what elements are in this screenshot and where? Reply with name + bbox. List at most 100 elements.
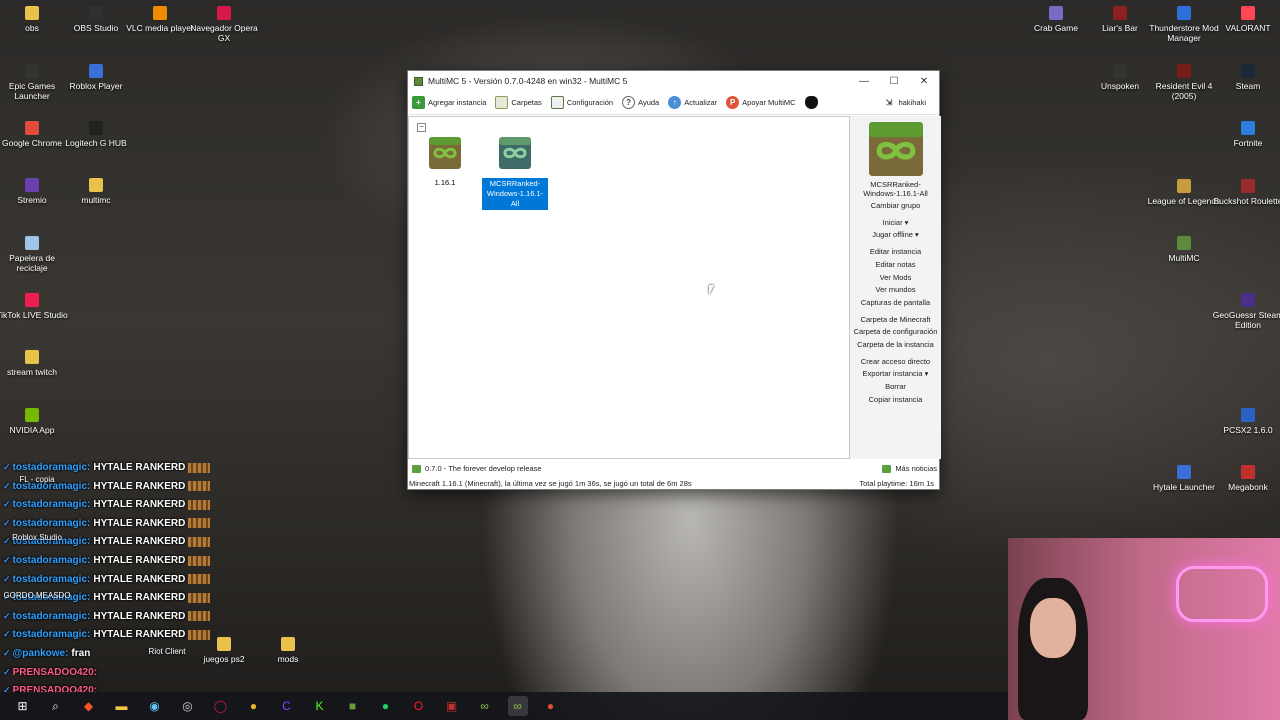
mouse-cursor (709, 285, 714, 295)
chat-text: HYTALE RANKERD (93, 629, 186, 641)
desktop-shortcut[interactable]: mods (250, 637, 326, 664)
desktop-shortcut[interactable]: Fortnite (1210, 121, 1280, 148)
search-icon[interactable]: ⌕ (46, 696, 66, 716)
minecraft-folder-button[interactable]: Carpeta de Minecraft (850, 314, 941, 327)
start-icon[interactable]: ⊞ (13, 696, 33, 716)
brave-icon[interactable]: ◆ (79, 696, 99, 716)
create-shortcut-button[interactable]: Crear acceso directo (850, 356, 941, 369)
account-button[interactable]: ⇲ hakihaki (882, 96, 926, 109)
cat-icon (804, 96, 818, 109)
collapse-group-icon[interactable]: − (417, 123, 426, 132)
nvidia-icon (25, 408, 39, 422)
desktop-shortcut[interactable]: NVIDIA App (0, 408, 70, 435)
desktop-shortcut-label: Google Chrome (1, 138, 62, 148)
desktop-shortcut[interactable]: Papelera de reciclaje (0, 236, 70, 273)
desktop-shortcut[interactable]: VALORANT (1210, 6, 1280, 33)
desktop-shortcut-label[interactable]: Roblox Studio (2, 533, 72, 542)
support-button[interactable]: P Apoyar MultiMC (726, 96, 796, 109)
badge-icon: ✓ (3, 610, 11, 621)
desktop-shortcut-label: NVIDIA App (9, 425, 55, 435)
view-mods-button[interactable]: Ver Mods (850, 272, 941, 285)
opera-gx-icon[interactable]: ◯ (211, 696, 231, 716)
edit-instance-button[interactable]: Editar instancia (850, 246, 941, 259)
desktop-shortcut-label[interactable]: FL - copia (2, 475, 72, 484)
help-icon: ? (622, 96, 636, 109)
config-folder-button[interactable]: Carpeta de configuración (850, 326, 941, 339)
desktop-shortcut-label: GeoGuessr Steam Edition (1212, 310, 1280, 330)
multimc-active-icon[interactable]: ∞ (507, 696, 528, 716)
settings-icon (550, 96, 564, 109)
chrome-icon[interactable]: ● (244, 696, 264, 716)
desktop-shortcut-label: Papelera de reciclaje (9, 253, 55, 273)
spotify-icon[interactable]: ● (376, 696, 396, 716)
desktop-shortcut[interactable]: stream twitch (0, 350, 70, 377)
cat-button[interactable] (804, 96, 821, 109)
desktop-shortcut[interactable]: multimc (58, 178, 134, 205)
add-instance-button[interactable]: + Agregar instancia (412, 96, 486, 109)
change-group-button[interactable]: Cambiar grupo (850, 200, 941, 213)
opera-gx-icon (217, 6, 231, 20)
desktop-shortcut[interactable]: PCSX2 1.6.0 (1210, 408, 1280, 435)
multimc-icon[interactable]: ∞ (475, 696, 495, 716)
stremio-icon (25, 178, 39, 192)
minecraft-icon[interactable]: ■ (343, 696, 363, 716)
instance-item[interactable]: 1.16.1 (412, 137, 478, 188)
dropdown-arrow-icon: ▾ (915, 230, 919, 240)
desktop-shortcut-label[interactable]: GORDO MEASDO (2, 591, 72, 600)
desktop-shortcut[interactable]: Logitech G HUB (58, 121, 134, 148)
buckshot-icon (1241, 179, 1255, 193)
screenshots-button[interactable]: Capturas de pantalla (850, 297, 941, 310)
export-instance-button[interactable]: Exportar instancia ▾ (850, 368, 941, 381)
chat-text: HYTALE RANKERD (93, 480, 186, 492)
help-button[interactable]: ? Ayuda (622, 96, 659, 109)
instance-item-selected[interactable]: MCSRRanked-Windows-1.16.1-All (482, 137, 548, 210)
chat-username: tostadoramagic: (12, 573, 91, 585)
chat-username: tostadoramagic: (12, 555, 91, 566)
badge-icon: ✓ (3, 666, 11, 677)
file-explorer-icon[interactable]: ▬ (112, 696, 132, 716)
view-worlds-button[interactable]: Ver mundos (850, 284, 941, 297)
desktop-shortcut-label[interactable]: Riot Client (132, 647, 202, 656)
minimize-button[interactable]: — (849, 71, 879, 91)
delete-button[interactable]: Borrar (850, 381, 941, 394)
copy-instance-button[interactable]: Copiar instancia (850, 394, 941, 407)
steam-icon[interactable]: ◉ (145, 696, 165, 716)
kick-icon[interactable]: K (310, 696, 330, 716)
canva-icon[interactable]: C (277, 696, 297, 716)
news-icon (882, 464, 892, 473)
instance-folder-button[interactable]: Carpeta de la instancia (850, 339, 941, 352)
badge-icon: ✓ (3, 555, 11, 565)
news-text[interactable]: 0.7.0 - The forever develop release (425, 464, 542, 473)
more-news-button[interactable]: Más noticias (882, 464, 937, 473)
settings-button[interactable]: Configuración (550, 96, 613, 109)
game-icon[interactable]: ▣ (442, 696, 462, 716)
desktop-shortcut[interactable]: MultiMC (1146, 236, 1222, 263)
edit-notes-button[interactable]: Editar notas (850, 259, 941, 272)
status-bar: Minecraft 1.16.1 (Minecraft), la última … (408, 476, 941, 491)
desktop-shortcut[interactable]: Steam (1210, 64, 1280, 91)
update-button[interactable]: ↑ Actualizar (668, 96, 717, 109)
desktop-shortcut[interactable]: Buckshot Roulette (1210, 179, 1280, 206)
desktop-shortcut[interactable]: TikTok LIVE Studio (0, 293, 70, 320)
close-button[interactable]: ✕ (909, 71, 939, 91)
desktop-shortcut-label: Unspoken (1100, 81, 1140, 91)
play-offline-button[interactable]: Jugar offline ▾ (850, 229, 941, 242)
emote-icon (188, 462, 211, 473)
desktop-shortcut[interactable]: Navegador Opera GX (186, 6, 262, 43)
launch-button[interactable]: Iniciar ▾ (850, 217, 941, 230)
obs-icon[interactable]: ◎ (178, 696, 198, 716)
title-bar[interactable]: MultiMC 5 - Versión 0.7.0-4248 en win32 … (408, 71, 939, 91)
chrome-icon[interactable]: ● (541, 696, 561, 716)
desktop-shortcut[interactable]: Roblox Player (58, 64, 134, 91)
folders-button[interactable]: Carpetas (495, 96, 542, 109)
desktop-shortcut-label: obs (25, 23, 39, 33)
desktop-shortcut[interactable]: GeoGuessr Steam Edition (1210, 293, 1280, 330)
desktop-shortcut[interactable]: Megabonk (1210, 465, 1280, 492)
maximize-button[interactable]: ☐ (879, 71, 909, 91)
instance-view[interactable]: − 1.16.1 MCSRRanked-Windows-1.16.1-All (408, 116, 850, 459)
last-played-text: Minecraft 1.16.1 (Minecraft), la última … (409, 479, 692, 488)
folder-icon (281, 637, 295, 651)
opera-icon[interactable]: O (409, 696, 429, 716)
support-label: Apoyar MultiMC (742, 98, 796, 107)
badge-icon: ✓ (3, 517, 11, 528)
